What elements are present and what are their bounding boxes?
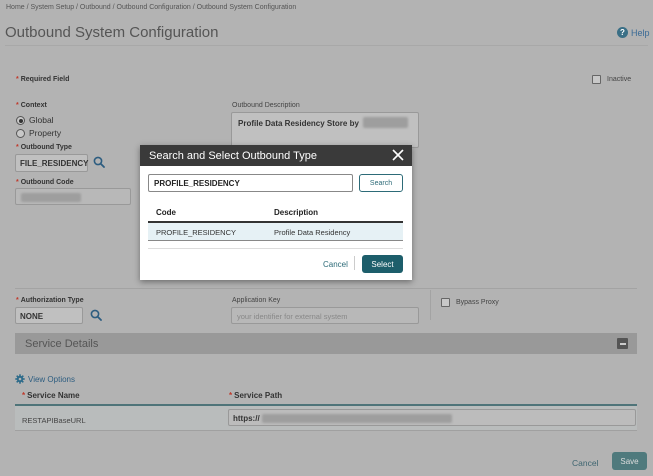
application-key-input[interactable]: your identifier for external system bbox=[231, 307, 419, 324]
service-name-cell: RESTAPIBaseURL bbox=[22, 416, 86, 425]
redacted-text bbox=[262, 414, 452, 423]
column-divider bbox=[430, 290, 431, 320]
save-button[interactable]: Save bbox=[612, 452, 647, 470]
context-option-property[interactable]: Property bbox=[16, 128, 61, 139]
dialog-search-button[interactable]: Search bbox=[359, 174, 403, 192]
service-details-title: Service Details bbox=[25, 338, 99, 350]
close-icon[interactable] bbox=[391, 148, 405, 162]
service-path-input[interactable]: https:// bbox=[228, 409, 636, 426]
redacted-text bbox=[21, 193, 81, 202]
dialog-col-code: Code bbox=[156, 208, 176, 217]
cancel-button[interactable]: Cancel bbox=[572, 458, 598, 468]
context-label: * Context bbox=[16, 102, 47, 109]
dialog-row-rule bbox=[148, 240, 403, 241]
authorization-type-input[interactable]: NONE bbox=[15, 307, 83, 324]
outbound-description-label: Outbound Description bbox=[232, 102, 300, 109]
outbound-type-label: * Outbound Type bbox=[16, 144, 72, 151]
magnifier-icon[interactable] bbox=[93, 156, 105, 168]
minus-icon[interactable] bbox=[617, 338, 628, 349]
service-details-header bbox=[15, 333, 637, 354]
dialog-button-separator bbox=[354, 256, 355, 270]
breadcrumb[interactable]: Home / System Setup / Outbound / Outboun… bbox=[6, 4, 296, 11]
application-key-placeholder: your identifier for external system bbox=[237, 312, 348, 321]
dialog-search-input[interactable]: PROFILE_RESIDENCY bbox=[148, 174, 353, 192]
view-options-link[interactable]: View Options bbox=[15, 374, 75, 384]
col-service-path: * Service Path bbox=[229, 391, 283, 400]
section-divider bbox=[15, 288, 637, 289]
dialog-col-description: Description bbox=[274, 208, 319, 217]
application-key-label: Application Key bbox=[232, 297, 281, 304]
dialog-select-button[interactable]: Select bbox=[362, 255, 403, 273]
inactive-label: Inactive bbox=[607, 76, 632, 83]
bypass-proxy-checkbox[interactable] bbox=[441, 298, 450, 307]
outbound-description-textarea[interactable]: Profile Data Residency Store by bbox=[231, 112, 419, 148]
bypass-proxy-label: Bypass Proxy bbox=[456, 299, 499, 306]
outbound-description-value: Profile Data Residency Store by bbox=[238, 119, 359, 128]
search-select-dialog: Search and Select Outbound Type PROFILE_… bbox=[140, 145, 412, 280]
radio-global[interactable] bbox=[16, 116, 25, 126]
gear-icon bbox=[15, 374, 25, 384]
dialog-row-description: Profile Data Residency bbox=[274, 228, 351, 237]
inactive-checkbox[interactable] bbox=[592, 75, 601, 84]
title-divider bbox=[5, 45, 648, 46]
required-field-note: * Required Field bbox=[16, 76, 70, 83]
col-service-name: * Service Name bbox=[22, 391, 80, 400]
redacted-text bbox=[363, 117, 408, 128]
context-option-global[interactable]: Global bbox=[16, 115, 54, 126]
table-bottom-rule bbox=[15, 430, 637, 431]
outbound-code-input[interactable] bbox=[15, 188, 131, 205]
magnifier-icon[interactable] bbox=[90, 309, 102, 321]
dialog-footer-rule bbox=[148, 248, 403, 249]
help-link[interactable]: ? Help bbox=[617, 27, 650, 38]
dialog-cancel-button[interactable]: Cancel bbox=[323, 260, 348, 269]
authorization-type-label: * Authorization Type bbox=[16, 297, 84, 304]
dialog-title: Search and Select Outbound Type bbox=[149, 150, 317, 162]
dialog-row-code: PROFILE_RESIDENCY bbox=[156, 228, 237, 237]
radio-property[interactable] bbox=[16, 129, 25, 139]
page-title: Outbound System Configuration bbox=[5, 24, 219, 41]
outbound-code-label: * Outbound Code bbox=[16, 179, 74, 186]
help-icon: ? bbox=[617, 27, 628, 38]
help-label: Help bbox=[631, 27, 650, 38]
outbound-type-input[interactable]: FILE_RESIDENCY bbox=[15, 154, 88, 172]
